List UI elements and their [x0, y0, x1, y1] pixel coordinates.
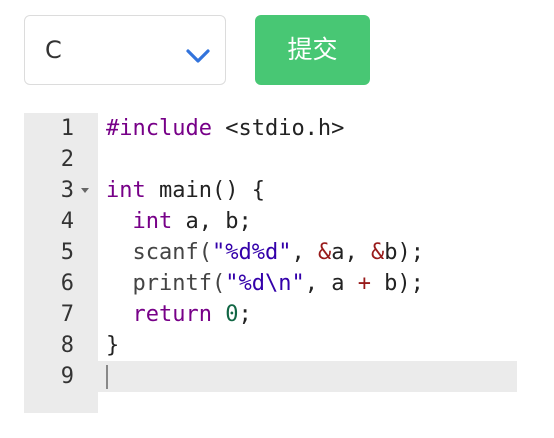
code-text: scanf("%d%d", &a, &b); [106, 240, 424, 265]
code-text: #include <stdio.h> [106, 116, 345, 141]
line-number: 1 [60, 116, 74, 141]
code-line[interactable]: 9 [24, 361, 517, 392]
code-text: return 0; [132, 302, 252, 327]
code-text: int main() { [106, 178, 265, 203]
code-line[interactable]: 3 int main() { [24, 175, 517, 206]
code-text: } [106, 333, 120, 358]
code-line[interactable]: 4 int a, b; [24, 206, 517, 237]
language-select[interactable]: C [24, 15, 226, 85]
line-number: 8 [60, 333, 74, 358]
language-select-value: C [45, 36, 62, 64]
code-line[interactable]: 6 printf("%d\n", a + b); [24, 268, 517, 299]
text-cursor [106, 365, 108, 389]
code-text: printf("%d\n", a + b); [106, 271, 424, 296]
code-line[interactable]: 8} [24, 330, 517, 361]
code-line[interactable]: 7 return 0; [24, 299, 517, 330]
code-text: int a, b; [132, 209, 252, 234]
line-number: 7 [60, 302, 74, 327]
line-number: 6 [60, 271, 74, 296]
line-number: 9 [60, 364, 74, 389]
code-line[interactable]: 1 #include <stdio.h> [24, 113, 517, 144]
code-line[interactable]: 5 scanf("%d%d", &a, &b); [24, 237, 517, 268]
fold-toggle-icon[interactable] [79, 175, 91, 206]
code-editor[interactable]: 1 #include <stdio.h> 2 3 int main() { 4 int a… [24, 113, 517, 413]
line-number: 4 [60, 209, 74, 234]
line-number: 3 [60, 178, 74, 203]
submit-button[interactable]: 提交 [255, 15, 370, 85]
line-number: 5 [60, 240, 74, 265]
line-number: 2 [60, 147, 74, 172]
chevron-down-icon [186, 49, 210, 63]
code-line[interactable]: 2 [24, 144, 517, 175]
